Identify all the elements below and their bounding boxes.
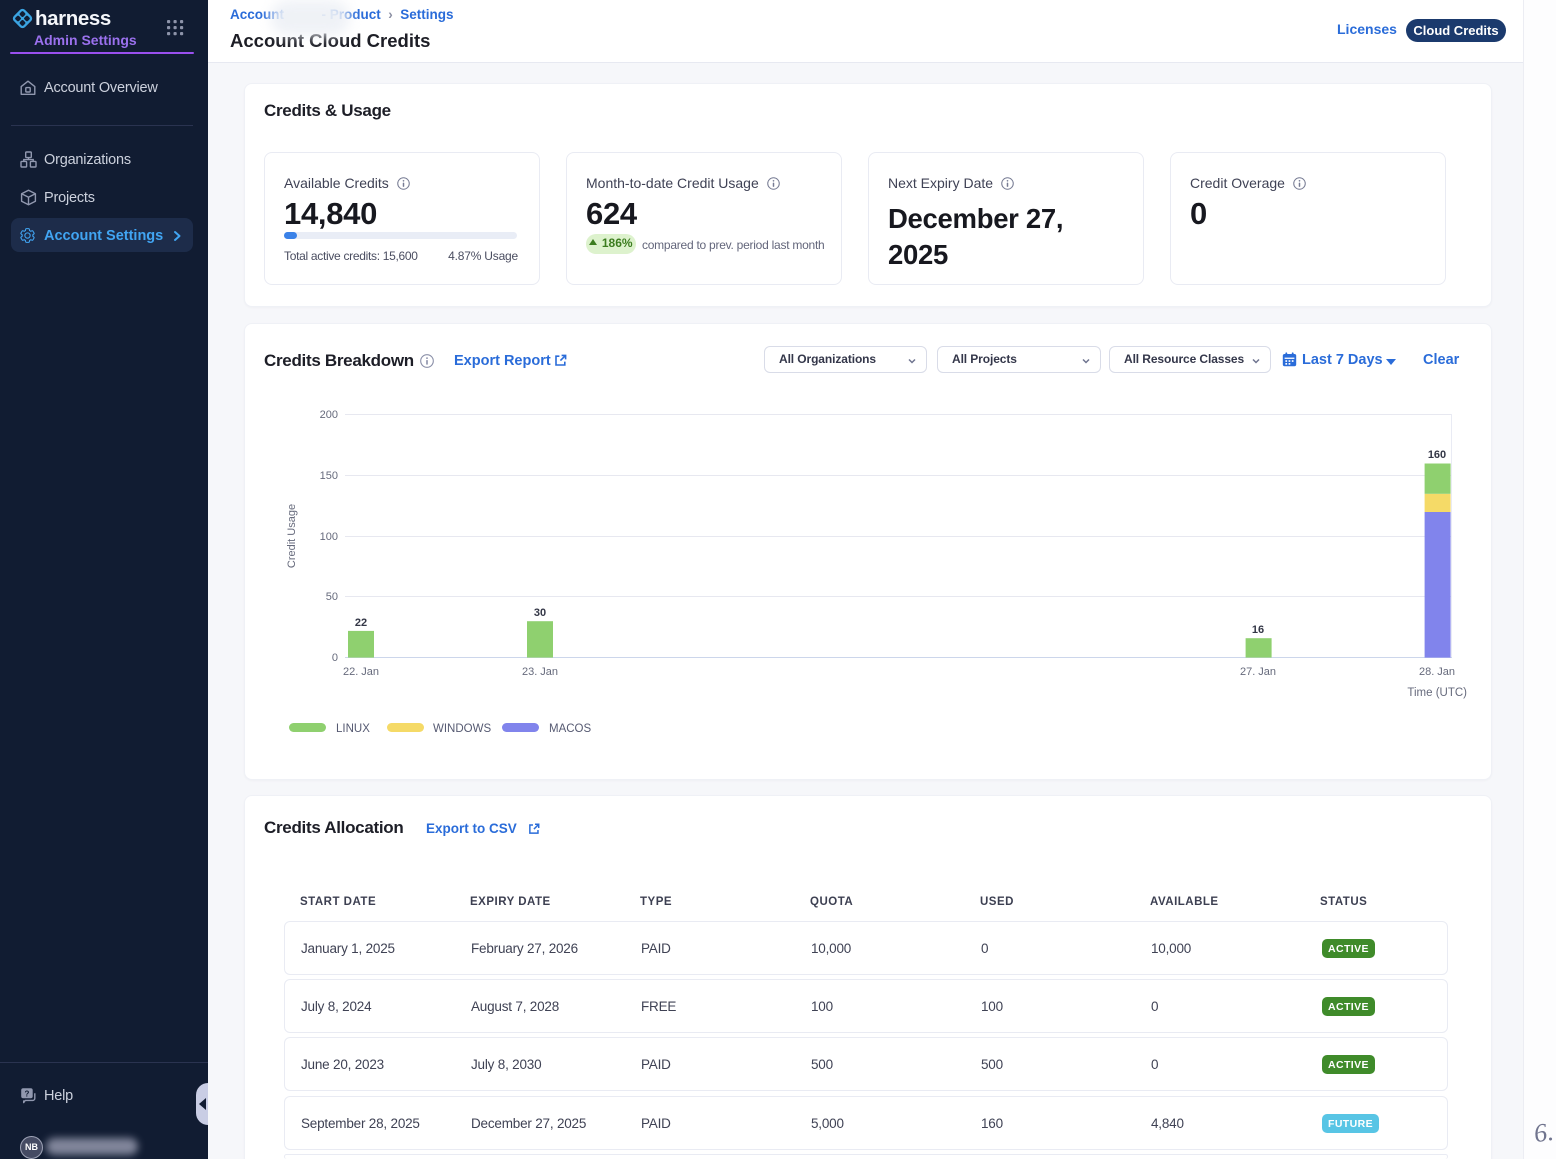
svg-text:150: 150 xyxy=(320,470,338,482)
svg-text:200: 200 xyxy=(320,409,338,421)
svg-text:LINUX: LINUX xyxy=(336,723,370,735)
svg-text:30: 30 xyxy=(534,607,546,619)
svg-text:160: 160 xyxy=(1428,449,1446,461)
svg-text:Time (UTC): Time (UTC) xyxy=(1407,687,1467,699)
svg-text:27. Jan: 27. Jan xyxy=(1240,666,1276,678)
svg-text:23. Jan: 23. Jan xyxy=(522,666,558,678)
svg-text:0: 0 xyxy=(332,652,338,664)
svg-text:16: 16 xyxy=(1252,624,1264,636)
svg-text:MACOS: MACOS xyxy=(549,723,592,735)
svg-text:22. Jan: 22. Jan xyxy=(343,666,379,678)
svg-text:Credit Usage: Credit Usage xyxy=(286,504,298,568)
svg-text:28. Jan: 28. Jan xyxy=(1419,666,1455,678)
svg-text:WINDOWS: WINDOWS xyxy=(433,723,491,735)
svg-text:100: 100 xyxy=(320,531,338,543)
svg-text:22: 22 xyxy=(355,617,367,629)
svg-text:50: 50 xyxy=(326,591,338,603)
svg-text:?: ? xyxy=(24,1089,29,1098)
